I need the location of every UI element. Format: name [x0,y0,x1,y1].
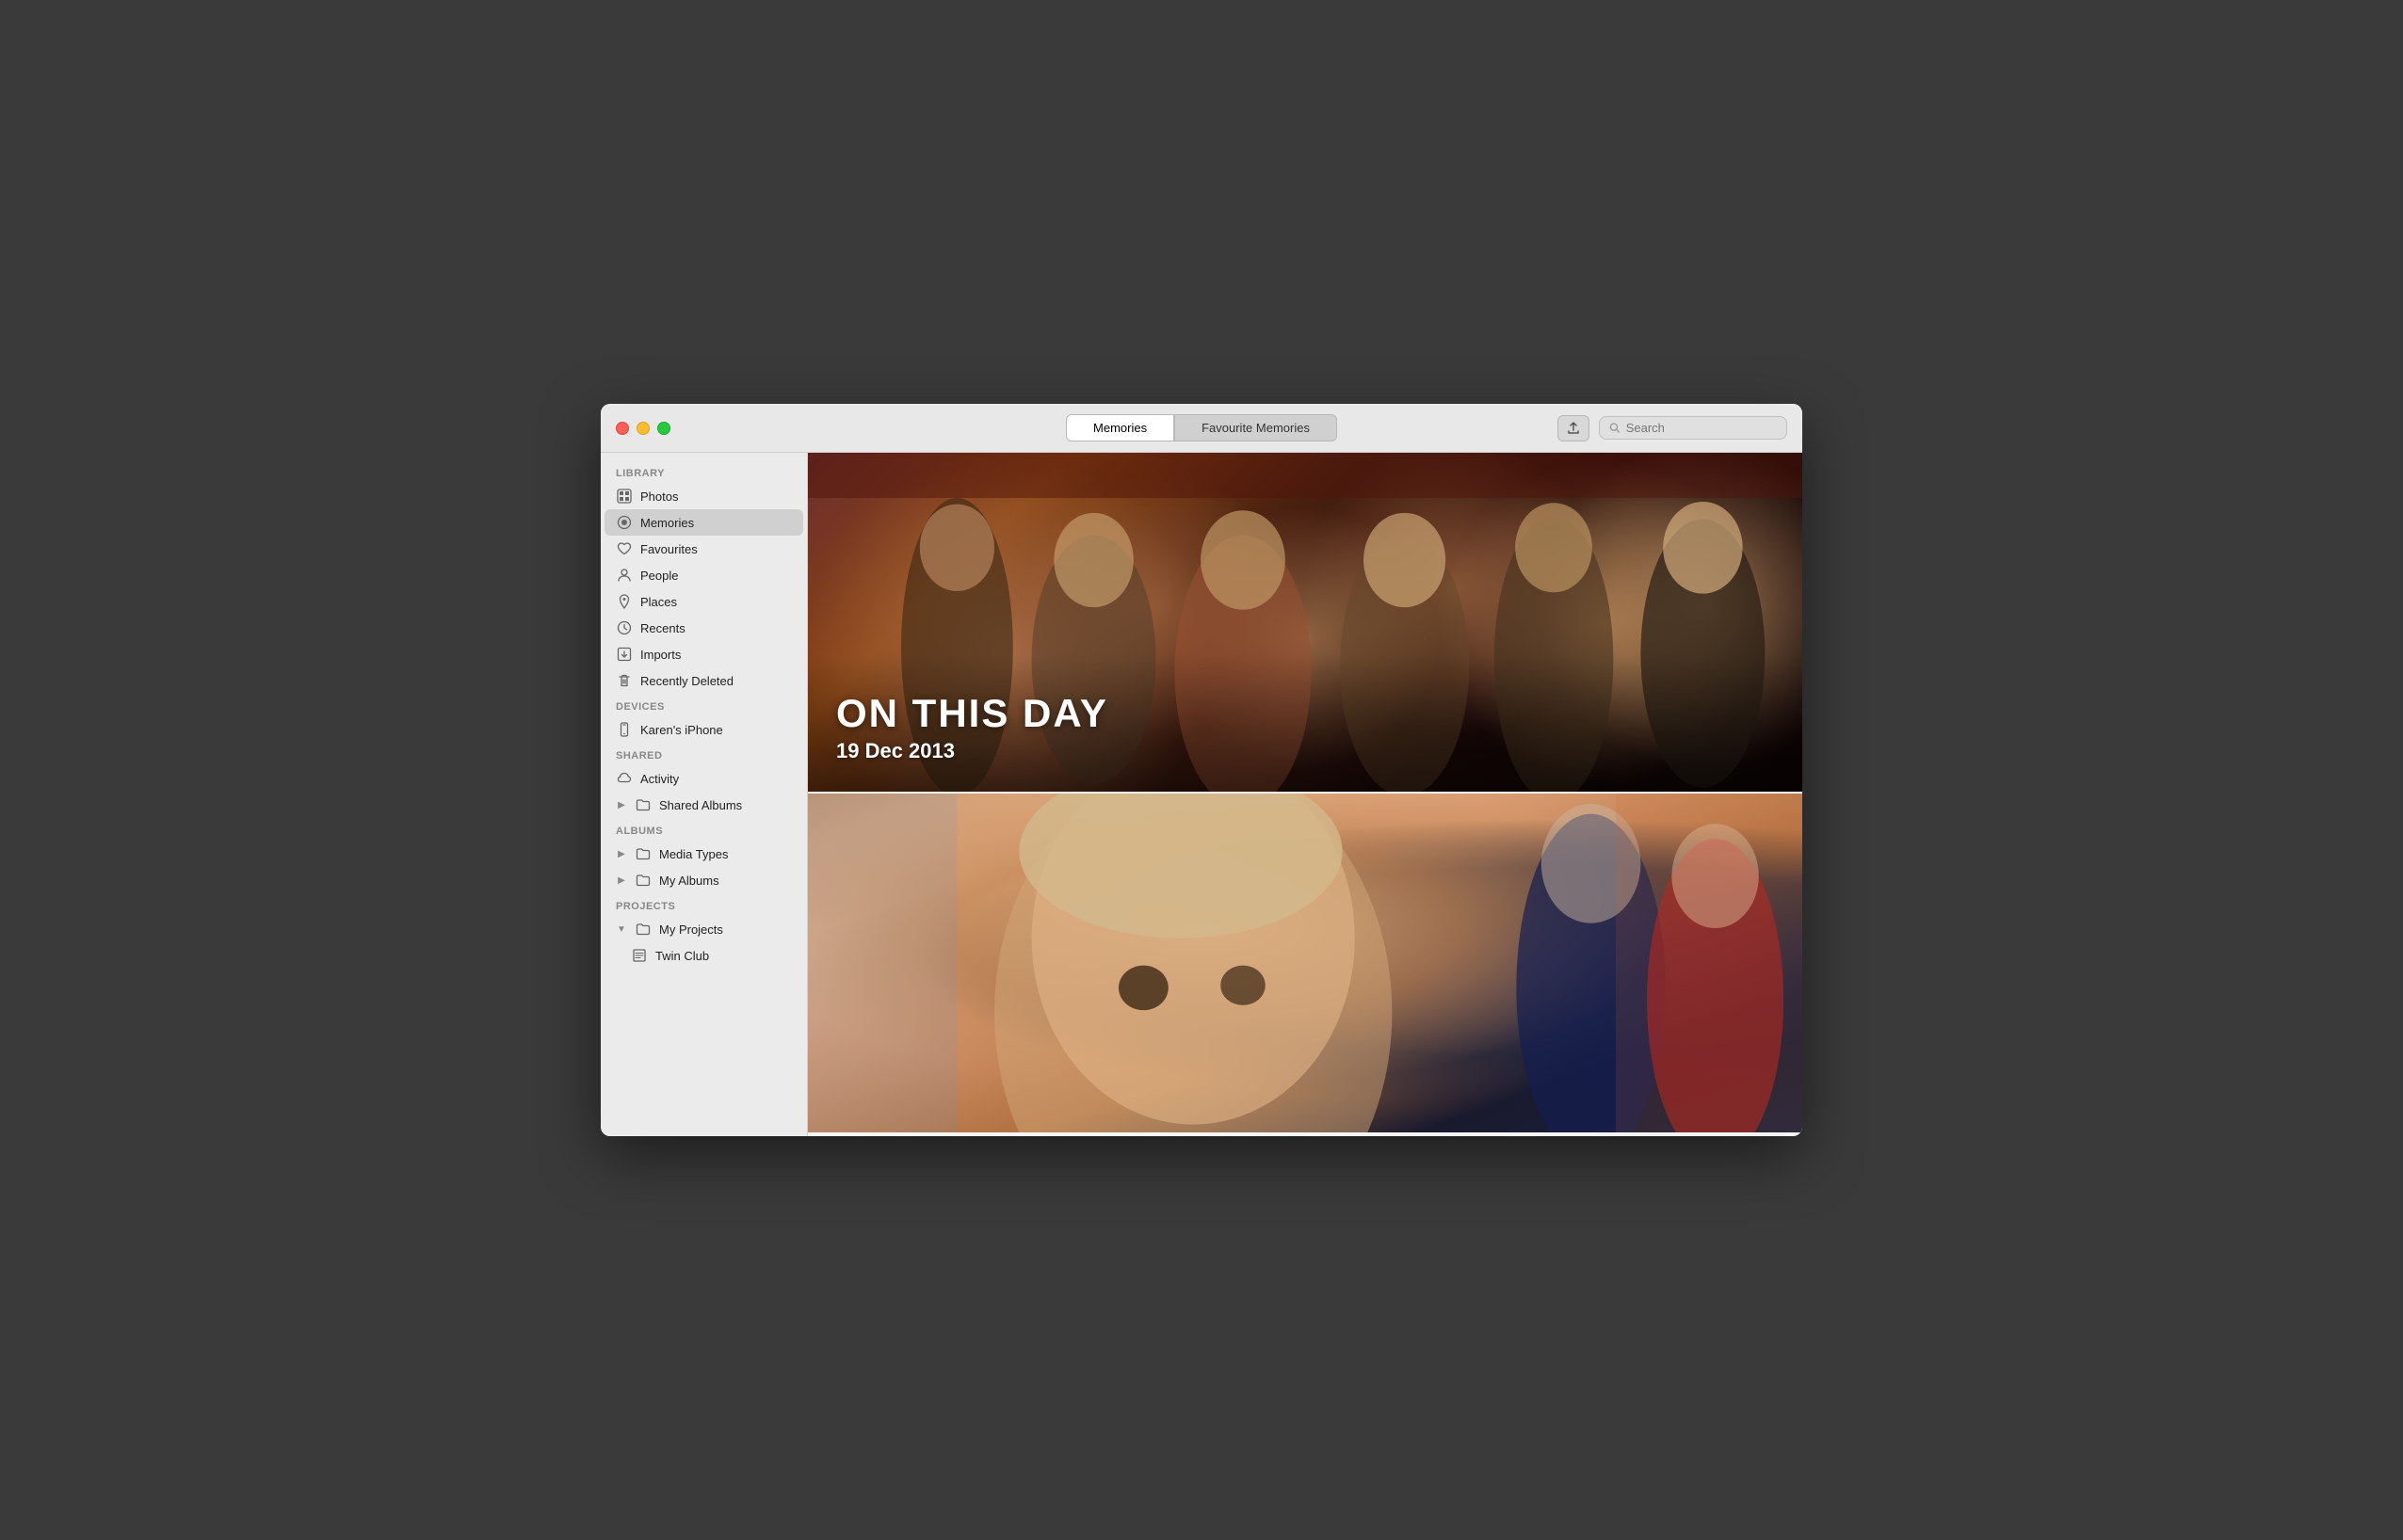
sidebar-item-my-projects-label: My Projects [659,922,792,937]
person-icon [616,567,633,584]
titlebar: Memories Favourite Memories [601,404,1802,453]
sidebar-item-my-projects[interactable]: ▼ My Projects [605,916,803,942]
traffic-lights [616,422,670,435]
sidebar-item-favourites[interactable]: Favourites [605,536,803,562]
projects-section-label: Projects [601,893,807,916]
heart-icon [616,540,633,557]
share-button[interactable] [1557,415,1589,441]
sidebar-item-twin-club[interactable]: Twin Club [605,942,803,969]
sidebar-item-my-albums[interactable]: ▶ My Albums [605,867,803,893]
memory-title-on-this-day: ON THIS DAY [836,692,1774,735]
sidebar: Library Photos [601,453,808,1136]
content-area: ON THIS DAY 19 Dec 2013 [808,453,1802,1136]
sidebar-item-people[interactable]: People [605,562,803,588]
maximize-button[interactable] [657,422,670,435]
sidebar-item-media-types[interactable]: ▶ Media Types [605,841,803,867]
sidebar-item-media-types-label: Media Types [659,847,792,861]
tab-memories[interactable]: Memories [1066,414,1174,441]
places-icon [616,593,633,610]
sidebar-item-places-label: Places [640,595,792,609]
sidebar-item-recently-deleted-label: Recently Deleted [640,674,792,688]
clock-icon [616,619,633,636]
main-content: Library Photos [601,453,1802,1136]
app-window: Memories Favourite Memories Library [601,404,1802,1136]
memory-card-baby[interactable] [808,794,1802,1132]
memory-overlay-on-this-day: ON THIS DAY 19 Dec 2013 [808,654,1802,792]
sidebar-item-imports[interactable]: Imports [605,641,803,667]
iphone-icon [616,721,633,738]
media-types-chevron: ▶ [616,848,627,859]
titlebar-actions [1557,415,1787,441]
baby-photo-decoration [808,794,1802,1132]
sidebar-item-photos-label: Photos [640,489,792,504]
sidebar-item-memories[interactable]: Memories [605,509,803,536]
sidebar-item-my-albums-label: My Albums [659,874,792,888]
shared-albums-folder-icon [635,796,652,813]
shared-section-label: Shared [601,743,807,765]
sidebar-item-activity-label: Activity [640,772,792,786]
memory-date-on-this-day: 19 Dec 2013 [836,739,1774,763]
close-button[interactable] [616,422,629,435]
sidebar-item-memories-label: Memories [640,516,792,530]
share-icon [1567,422,1580,435]
search-icon [1609,422,1621,434]
sidebar-item-recents[interactable]: Recents [605,615,803,641]
sidebar-item-karens-iphone-label: Karen's iPhone [640,723,792,737]
my-projects-folder-icon [635,921,652,938]
albums-section-label: Albums [601,818,807,841]
titlebar-tabs: Memories Favourite Memories [1066,414,1337,441]
photo-icon [616,488,633,505]
sidebar-item-people-label: People [640,569,792,583]
library-section-label: Library [601,460,807,483]
devices-section-label: Devices [601,694,807,716]
sidebar-item-imports-label: Imports [640,648,792,662]
my-projects-chevron: ▼ [616,923,627,935]
memories-icon [616,514,633,531]
shared-albums-chevron: ▶ [616,799,627,810]
memory-card-on-this-day[interactable]: ON THIS DAY 19 Dec 2013 [808,453,1802,792]
my-albums-folder-icon [635,872,652,889]
my-albums-chevron: ▶ [616,874,627,886]
trash-icon [616,672,633,689]
sidebar-item-places[interactable]: Places [605,588,803,615]
media-types-folder-icon [635,845,652,862]
cloud-icon [616,770,633,787]
sidebar-item-recents-label: Recents [640,621,792,635]
minimize-button[interactable] [637,422,650,435]
sidebar-item-photos[interactable]: Photos [605,483,803,509]
sidebar-item-favourites-label: Favourites [640,542,792,556]
sidebar-item-shared-albums-label: Shared Albums [659,798,792,812]
import-icon [616,646,633,663]
search-input[interactable] [1626,421,1777,435]
search-bar[interactable] [1599,416,1787,440]
sidebar-item-recently-deleted[interactable]: Recently Deleted [605,667,803,694]
sidebar-item-activity[interactable]: Activity [605,765,803,792]
tab-favourite-memories[interactable]: Favourite Memories [1174,414,1337,441]
sidebar-item-karens-iphone[interactable]: Karen's iPhone [605,716,803,743]
sidebar-item-shared-albums[interactable]: ▶ Shared Albums [605,792,803,818]
twin-club-book-icon [631,947,648,964]
sidebar-item-twin-club-label: Twin Club [655,949,792,963]
